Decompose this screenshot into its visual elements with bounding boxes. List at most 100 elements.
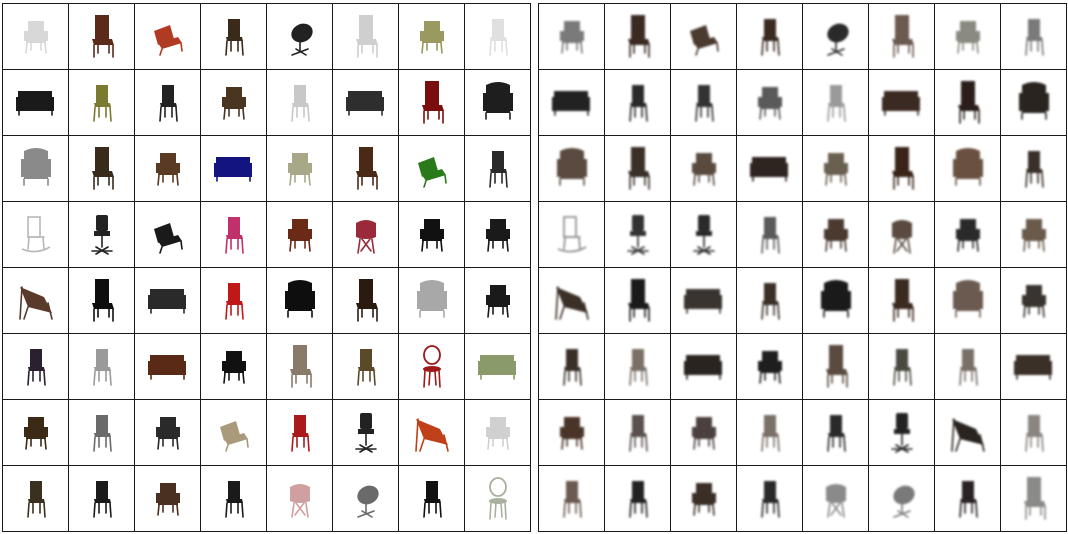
- chair-image: [760, 18, 780, 56]
- chair-image: [290, 23, 313, 56]
- chair-image-cell: [398, 399, 465, 466]
- chair-image-cell: [868, 333, 935, 400]
- chair-image: [955, 218, 980, 252]
- chair-image: [891, 219, 912, 254]
- chair-image: [692, 214, 715, 255]
- chair-image-cell: [68, 201, 135, 268]
- chair-image-cell: [802, 399, 869, 466]
- chair-image: [952, 147, 983, 186]
- chair-image: [891, 278, 914, 322]
- chair-image-cell: [464, 69, 531, 136]
- chair-image-cell: [2, 69, 69, 136]
- chair-image-cell: [670, 267, 737, 334]
- chair-image: [290, 414, 310, 452]
- chair-image: [345, 90, 384, 116]
- chair-image-cell: [802, 69, 869, 136]
- chair-image: [26, 348, 46, 386]
- chair-image-cell: [332, 3, 399, 70]
- chair-image: [551, 90, 590, 116]
- chair-image-cell: [934, 267, 1001, 334]
- chair-image: [760, 480, 780, 518]
- chair-image: [627, 146, 650, 190]
- chair-image: [890, 412, 913, 453]
- chair-image: [91, 14, 114, 58]
- chair-image-cell: [68, 399, 135, 466]
- chair-image: [1023, 476, 1046, 520]
- chair-image-cell: [670, 69, 737, 136]
- chair-image-cell: [134, 69, 201, 136]
- chair-image-cell: [266, 465, 333, 532]
- chair-image-cell: [68, 135, 135, 202]
- chair-image-cell: [2, 135, 69, 202]
- chair-image: [419, 218, 444, 252]
- chair-image-cell: [736, 333, 803, 400]
- chair-image-cell: [1000, 135, 1067, 202]
- chair-image-cell: [604, 3, 671, 70]
- chair-image-cell: [134, 3, 201, 70]
- chair-image-cell: [200, 267, 267, 334]
- chair-image-cell: [802, 267, 869, 334]
- chair-image-cell: [464, 465, 531, 532]
- chair-image: [1021, 284, 1046, 318]
- chair-image: [224, 480, 244, 518]
- chair-image-cell: [332, 135, 399, 202]
- chair-image: [485, 284, 510, 318]
- chair-image: [1024, 18, 1044, 56]
- chair-image-cell: [134, 399, 201, 466]
- chair-image-cell: [604, 465, 671, 532]
- chair-image: [355, 278, 378, 322]
- chair-image-cell: [868, 465, 935, 532]
- chair-image-cell: [200, 3, 267, 70]
- chair-image-cell: [868, 135, 935, 202]
- chair-image: [421, 80, 444, 124]
- chair-image: [760, 414, 780, 452]
- chair-image: [826, 23, 849, 56]
- chair-image-cell: [604, 267, 671, 334]
- chair-image-cell: [736, 135, 803, 202]
- chair-image: [881, 90, 920, 116]
- chair-image-cell: [736, 267, 803, 334]
- chair-image: [15, 90, 54, 116]
- chair-image: [488, 18, 508, 56]
- chair-image: [627, 278, 650, 322]
- chair-image: [892, 348, 912, 386]
- chair-image-cell: [134, 333, 201, 400]
- chair-image: [826, 84, 846, 122]
- chair-image-cell: [464, 399, 531, 466]
- chair-image: [355, 146, 378, 190]
- chair-image: [1013, 354, 1052, 380]
- chair-image: [287, 218, 312, 252]
- chair-image-cell: [332, 267, 399, 334]
- chair-image-cell: [2, 201, 69, 268]
- chair-image: [355, 14, 378, 58]
- chair-image: [485, 218, 510, 252]
- chair-image: [153, 222, 183, 254]
- chair-image-cell: [200, 333, 267, 400]
- chair-image: [955, 20, 980, 54]
- chair-image-cell: [538, 135, 605, 202]
- chair-image: [557, 215, 586, 252]
- chair-image: [422, 344, 441, 388]
- chair-image-cell: [670, 3, 737, 70]
- chair-image: [691, 152, 716, 186]
- chair-image-cell: [538, 399, 605, 466]
- chair-image: [92, 480, 112, 518]
- chair-image-cell: [670, 333, 737, 400]
- chair-image: [21, 215, 50, 252]
- chair-image: [683, 354, 722, 380]
- chair-image: [221, 350, 246, 384]
- chair-image-cell: [68, 3, 135, 70]
- chair-image-cell: [200, 201, 267, 268]
- chair-image-cell: [134, 465, 201, 532]
- chair-image: [477, 354, 516, 380]
- chair-image: [957, 80, 980, 124]
- chair-image-cell: [538, 333, 605, 400]
- chair-image: [289, 483, 310, 518]
- chair-image: [18, 285, 53, 320]
- chair-image: [219, 420, 249, 452]
- chair-image-cell: [934, 399, 1001, 466]
- chair-image-cell: [868, 69, 935, 136]
- chair-image-cell: [868, 3, 935, 70]
- chair-image-cell: [538, 201, 605, 268]
- chair-image-cell: [464, 135, 531, 202]
